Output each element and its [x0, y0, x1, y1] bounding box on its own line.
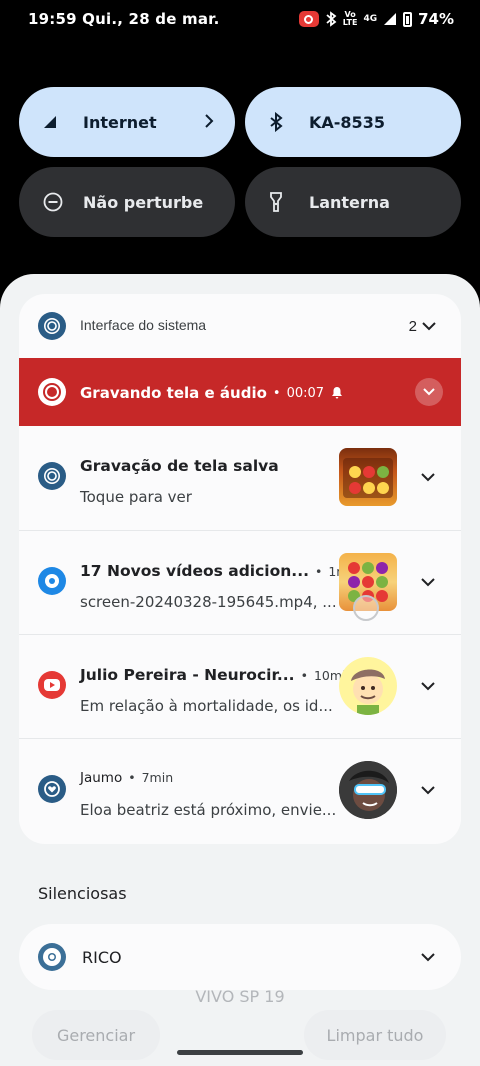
tile-label: Lanterna	[309, 192, 390, 212]
notification-title: Julio Pereira - Neurocir...	[80, 666, 295, 684]
silent-notification-rico[interactable]: RICO	[19, 924, 461, 990]
chevron-down-icon	[421, 786, 435, 795]
video-thumbnail	[339, 448, 397, 506]
manage-button[interactable]: Gerenciar	[32, 1010, 160, 1060]
tile-label: Internet	[83, 112, 157, 132]
chevron-down-icon	[421, 473, 435, 482]
notification-text: Eloa beatriz está próximo, envie...	[80, 801, 337, 819]
notification-title: Gravação de tela salva	[80, 457, 279, 475]
notification-title: 17 Novos vídeos adicion...	[80, 562, 309, 580]
gallery-app-icon	[38, 567, 66, 595]
tile-bluetooth[interactable]: KA-8535	[245, 87, 461, 157]
notification-group-card: Interface do sistema 2 Gravando tela e á…	[19, 294, 461, 844]
youtube-icon	[38, 671, 66, 699]
alert-bell-icon	[332, 387, 343, 399]
group-title: Interface do sistema	[80, 317, 207, 333]
cell-signal-icon	[43, 110, 73, 134]
chevron-down-icon	[423, 388, 435, 396]
notification-item[interactable]: Gravação de tela salva Toque para ver	[19, 426, 461, 530]
expand-button[interactable]	[413, 775, 443, 805]
recording-title: Gravando tela e áudio	[80, 384, 267, 402]
recording-notification[interactable]: Gravando tela e áudio • 00:07	[19, 358, 461, 426]
jaumo-app-icon	[38, 775, 66, 803]
group-count: 2	[408, 317, 417, 335]
expand-button[interactable]	[413, 942, 443, 972]
chevron-down-icon	[422, 322, 436, 331]
recording-expand-button[interactable]	[415, 378, 443, 406]
flashlight-icon	[269, 190, 299, 214]
group-expand-button[interactable]: 2	[403, 312, 443, 340]
expand-button[interactable]	[413, 671, 443, 701]
battery-percent: 74%	[418, 10, 454, 28]
tile-flashlight[interactable]: Lanterna	[245, 167, 461, 237]
bluetooth-icon	[326, 11, 337, 27]
expand-button[interactable]	[413, 462, 443, 492]
tile-internet[interactable]: Internet	[19, 87, 235, 157]
do-not-disturb-icon	[43, 190, 73, 214]
tile-label: KA-8535	[309, 112, 385, 132]
notification-title: Jaumo	[80, 770, 123, 786]
notification-text: screen-20240328-195645.mp4, ...	[80, 593, 337, 611]
notification-item[interactable]: 17 Novos vídeos adicion... • 1min screen…	[19, 530, 461, 634]
chevron-down-icon	[421, 682, 435, 691]
system-ui-icon	[38, 462, 66, 490]
tile-do-not-disturb[interactable]: Não perturbe	[19, 167, 235, 237]
notification-item[interactable]: Jaumo • 7min Eloa beatriz está próximo, …	[19, 738, 461, 842]
bluetooth-icon	[269, 110, 299, 134]
profile-avatar	[339, 761, 397, 819]
channel-avatar	[339, 657, 397, 715]
system-ui-icon	[38, 312, 66, 340]
network-type: 4G	[363, 14, 378, 24]
gesture-nav-handle[interactable]	[177, 1050, 303, 1055]
carrier-label: VIVO SP 19	[195, 987, 285, 1006]
silent-section-label: Silenciosas	[38, 884, 127, 903]
volte-indicator: Vo LTE	[342, 10, 358, 27]
status-icons: Vo LTE 4G 74%	[298, 9, 454, 29]
chevron-down-icon	[421, 578, 435, 587]
signal-icon	[384, 13, 397, 25]
chrome-icon	[38, 943, 66, 971]
recording-time: 00:07	[286, 385, 325, 401]
group-header[interactable]: Interface do sistema 2	[19, 294, 461, 358]
screen-record-icon	[38, 378, 66, 406]
touch-indicator	[353, 595, 379, 621]
notification-text: Em relação à mortalidade, os id...	[80, 697, 333, 715]
screen-record-icon	[298, 11, 319, 27]
silent-item-name: RICO	[82, 948, 122, 967]
notification-time: 7min	[141, 770, 174, 785]
notification-item[interactable]: Julio Pereira - Neurocir... • 10min Em r…	[19, 634, 461, 738]
battery-icon	[403, 11, 413, 27]
status-bar: 19:59 Qui., 28 de mar. Vo LTE 4G 74%	[0, 0, 480, 40]
clear-all-button[interactable]: Limpar tudo	[304, 1010, 446, 1060]
chevron-right-icon	[205, 114, 214, 128]
expand-button[interactable]	[413, 567, 443, 597]
status-time-date: 19:59 Qui., 28 de mar.	[28, 10, 220, 28]
tile-label: Não perturbe	[83, 192, 204, 212]
notification-text: Toque para ver	[80, 488, 192, 506]
chevron-down-icon	[421, 953, 435, 962]
